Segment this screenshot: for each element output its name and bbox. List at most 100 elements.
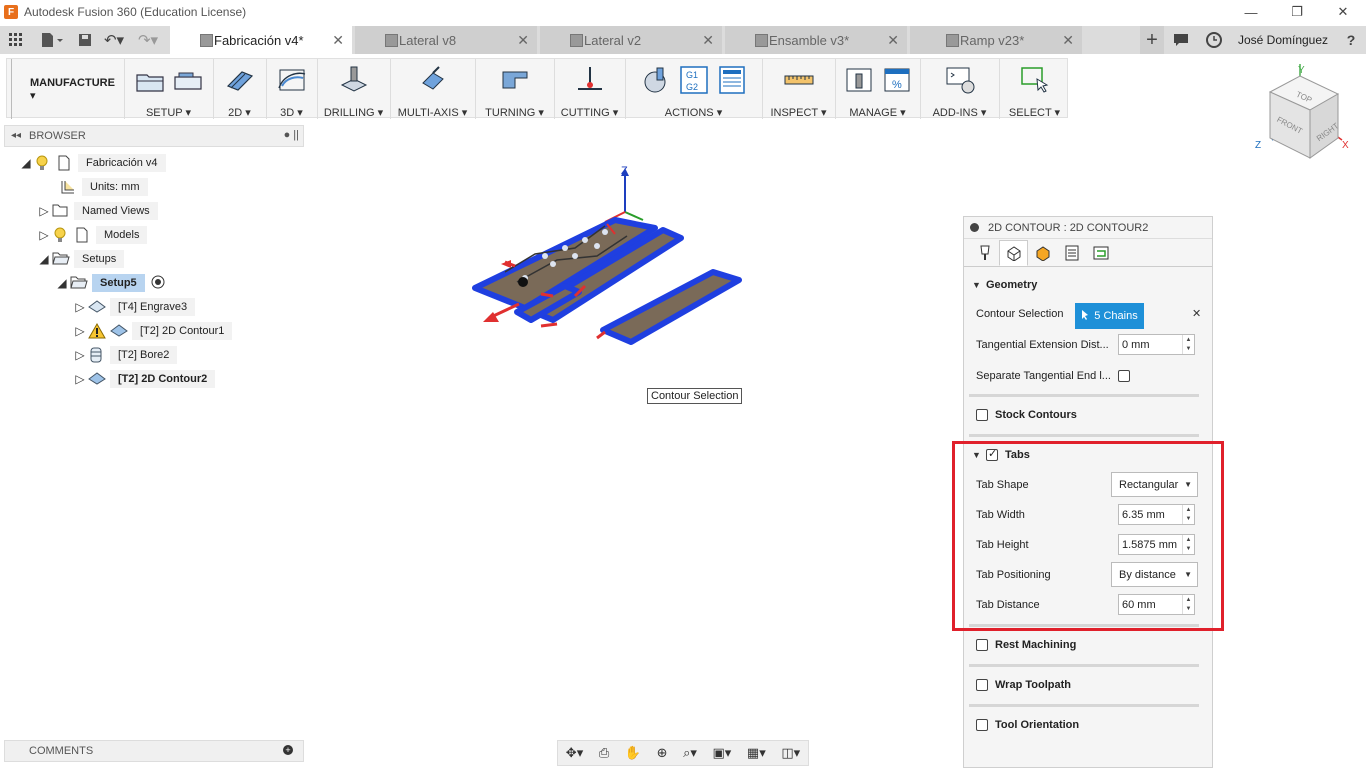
actions-group[interactable]: G1 G2 ACTIONS ▾ (625, 59, 761, 119)
tangential-extension-input[interactable]: 0 mm ▲ ▼ (1118, 334, 1195, 355)
close-tab-icon[interactable]: ✕ (517, 32, 529, 49)
scripts-addins-icon[interactable] (944, 65, 976, 95)
job-status-icon[interactable] (1198, 26, 1230, 54)
orbit-icon[interactable]: ✥▾ (566, 745, 583, 761)
workspace-switcher[interactable]: MANUFACTURE ▾ (11, 59, 123, 119)
file-menu-icon[interactable] (32, 26, 72, 54)
add-comment-icon[interactable]: + (283, 745, 293, 755)
wrap-toolpath-checkbox[interactable] (976, 679, 988, 691)
pan-icon[interactable]: ✋ (625, 745, 641, 761)
post-process-icon[interactable]: G1 G2 (678, 65, 710, 95)
tool-orientation-section[interactable]: Tool Orientation (972, 715, 1200, 735)
turning-group[interactable]: TURNING ▾ (475, 59, 553, 119)
fit-icon[interactable]: ⌕▾ (683, 745, 697, 761)
post-library-icon[interactable]: % (881, 65, 913, 95)
tree-item-bore2[interactable]: ▷ [T2] Bore2 (72, 344, 178, 366)
setup-group[interactable]: SETUP ▾ (124, 59, 212, 119)
save-icon[interactable] (72, 26, 98, 54)
cutting-icon[interactable] (574, 65, 606, 95)
tool-orientation-checkbox[interactable] (976, 719, 988, 731)
rest-machining-section[interactable]: Rest Machining (972, 635, 1200, 655)
simulate-icon[interactable] (640, 65, 672, 95)
notifications-icon[interactable] (1164, 26, 1198, 54)
wrap-toolpath-section[interactable]: Wrap Toolpath (972, 675, 1200, 695)
turning-icon[interactable] (499, 65, 531, 95)
contour-selection-button[interactable]: 5 Chains (1075, 303, 1144, 329)
select-icon[interactable] (1019, 65, 1051, 95)
clear-selection-icon[interactable]: ✕ (1192, 307, 1201, 320)
doc-tab-fabricacion[interactable]: Fabricación v4* ✕ (170, 26, 352, 54)
doc-tab-ensamble[interactable]: Ensamble v3* ✕ (725, 26, 907, 54)
separate-tangential-checkbox[interactable] (1118, 370, 1130, 382)
collapse-triangle-icon[interactable]: ▼ (972, 280, 986, 290)
drill-icon[interactable] (338, 65, 370, 95)
tree-item-named-views[interactable]: ▷ Named Views (36, 200, 158, 222)
tree-item-engrave3[interactable]: ▷ [T4] Engrave3 (72, 296, 196, 318)
grid-menu-icon[interactable] (0, 26, 32, 54)
expand-triangle-icon[interactable]: ▷ (72, 372, 88, 386)
zoom-icon[interactable]: ⊕ (657, 745, 668, 761)
dialog-minimize-icon[interactable] (970, 223, 979, 232)
geometry-tab-icon[interactable] (999, 240, 1028, 266)
passes-tab-icon[interactable] (1057, 240, 1086, 266)
close-tab-icon[interactable]: ✕ (332, 32, 344, 49)
doc-tab-lateral-v2[interactable]: Lateral v2 ✕ (540, 26, 722, 54)
3d-group[interactable]: 3D ▾ (266, 59, 316, 119)
undo-icon[interactable]: ↶▾ (98, 26, 130, 54)
doc-tab-ramp[interactable]: Ramp v23* ✕ (910, 26, 1082, 54)
restore-button[interactable]: ❐ (1274, 0, 1320, 24)
measure-icon[interactable] (783, 65, 815, 95)
2d-group[interactable]: 2D ▾ (213, 59, 265, 119)
3d-adaptive-icon[interactable] (276, 65, 308, 95)
add-ins-group[interactable]: ADD-INS ▾ (920, 59, 998, 119)
2d-pocket-icon[interactable] (224, 65, 256, 95)
select-group[interactable]: SELECT ▾ (999, 59, 1069, 119)
tree-item-setups[interactable]: ◢ Setups (36, 248, 125, 270)
close-button[interactable]: ✕ (1320, 0, 1366, 24)
geometry-section-header[interactable]: ▼ Geometry (972, 275, 1200, 295)
tree-item-models[interactable]: ▷ Models (36, 224, 148, 246)
multi-axis-icon[interactable] (417, 65, 449, 95)
tree-item-2d-contour2[interactable]: ▷ [T2] 2D Contour2 (72, 368, 216, 390)
spinner-arrows-icon[interactable]: ▲ ▼ (1182, 335, 1194, 354)
redo-icon[interactable]: ↷▾ (130, 26, 166, 54)
minimize-browser-icon[interactable]: ● || (284, 129, 299, 141)
user-name[interactable]: José Domínguez (1230, 26, 1336, 54)
3d-viewport-model[interactable]: Z (465, 160, 755, 360)
comments-panel-header[interactable]: COMMENTS + (4, 740, 304, 762)
heights-tab-icon[interactable] (1028, 240, 1057, 266)
close-tab-icon[interactable]: ✕ (887, 32, 899, 49)
viewports-icon[interactable]: ◫▾ (781, 745, 800, 761)
drilling-group[interactable]: DRILLING ▾ (317, 59, 389, 119)
expand-triangle-icon[interactable]: ▷ (36, 228, 52, 242)
collapse-triangle-icon[interactable]: ◢ (18, 156, 34, 170)
tree-item-units[interactable]: Units: mm (60, 176, 148, 198)
fixture-icon[interactable] (172, 65, 204, 95)
rest-machining-checkbox[interactable] (976, 639, 988, 651)
help-icon[interactable]: ? (1336, 26, 1366, 54)
look-at-icon[interactable]: ⎙ (599, 745, 609, 761)
setup-sheet-icon[interactable] (716, 65, 748, 95)
expand-triangle-icon[interactable]: ▷ (72, 300, 88, 314)
tree-item-setup5[interactable]: ◢ Setup5 (54, 272, 165, 294)
collapse-triangle-icon[interactable]: ◢ (36, 252, 52, 266)
new-tab-icon[interactable]: + (1140, 26, 1164, 54)
doc-tab-lateral-v8[interactable]: Lateral v8 ✕ (355, 26, 537, 54)
close-tab-icon[interactable]: ✕ (1062, 32, 1074, 49)
lightbulb-icon[interactable] (34, 155, 52, 171)
tool-library-icon[interactable] (843, 65, 875, 95)
minimize-button[interactable]: — (1228, 0, 1274, 24)
activate-radio-icon[interactable] (151, 275, 165, 292)
expand-triangle-icon[interactable]: ▷ (36, 204, 52, 218)
multi-axis-group[interactable]: MULTI-AXIS ▾ (390, 59, 474, 119)
manage-group[interactable]: % MANAGE ▾ (835, 59, 919, 119)
collapse-browser-icon[interactable]: ◂◂ (11, 130, 21, 141)
lightbulb-icon[interactable] (52, 227, 70, 243)
grid-settings-icon[interactable]: ▦▾ (747, 745, 766, 761)
cutting-group[interactable]: CUTTING ▾ (554, 59, 624, 119)
setup-icon[interactable] (134, 65, 166, 95)
tool-tab-icon[interactable] (970, 240, 999, 266)
browser-header[interactable]: ◂◂ BROWSER ● || (4, 125, 304, 147)
stock-contours-checkbox[interactable] (976, 409, 988, 421)
dialog-header[interactable]: 2D CONTOUR : 2D CONTOUR2 (964, 217, 1212, 239)
